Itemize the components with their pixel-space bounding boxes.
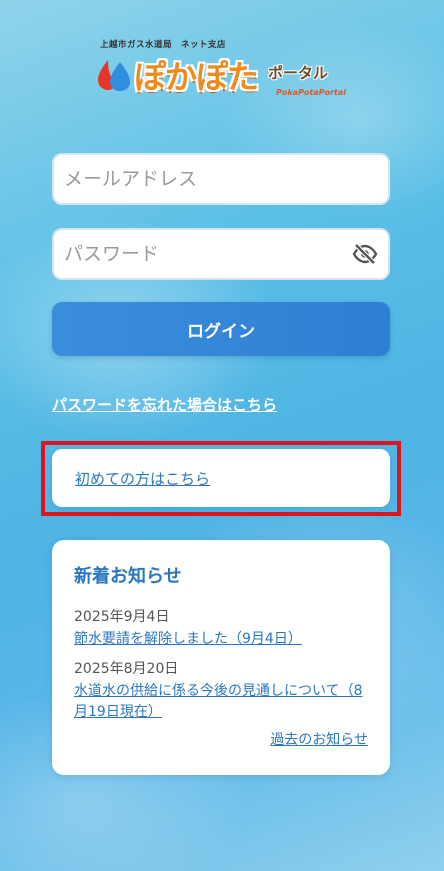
toggle-password-visibility-icon[interactable] <box>352 243 378 265</box>
email-input[interactable] <box>64 168 378 190</box>
news-date: 2025年9月4日 <box>74 609 170 625</box>
logo-sub-text: ポータル <box>268 64 329 82</box>
news-item-link[interactable]: 水道水の供給に係る今後の見通しについて（8月19日現在） <box>74 681 368 723</box>
news-panel: 新着お知らせ 2025年9月4日 節水要請を解除しました（9月4日） 2025年… <box>52 540 390 775</box>
logo-main-text: ぽかぽた <box>134 58 259 96</box>
logo-org-name: 上越市ガス水道局 ネット支店 <box>100 40 227 50</box>
email-field <box>52 153 390 205</box>
site-logo: 上越市ガス水道局 ネット支店 ぽかぽた ポータル PokaPotaPortal <box>96 38 356 100</box>
forgot-password-link[interactable]: パスワードを忘れた場合はこちら <box>52 394 277 415</box>
news-title: 新着お知らせ <box>74 566 182 587</box>
login-button[interactable]: ログイン <box>52 302 390 356</box>
password-field <box>52 228 390 280</box>
password-input[interactable] <box>64 243 352 265</box>
water-drop-logo-icon <box>98 60 130 91</box>
first-time-link[interactable]: 初めての方はこちら <box>75 468 210 489</box>
logo-english-text: PokaPotaPortal <box>276 88 346 97</box>
news-item-link[interactable]: 節水要請を解除しました（9月4日） <box>74 629 368 650</box>
first-time-card: 初めての方はこちら <box>52 449 390 507</box>
news-date: 2025年8月20日 <box>74 661 179 677</box>
past-news-link[interactable]: 過去のお知らせ <box>270 729 368 749</box>
